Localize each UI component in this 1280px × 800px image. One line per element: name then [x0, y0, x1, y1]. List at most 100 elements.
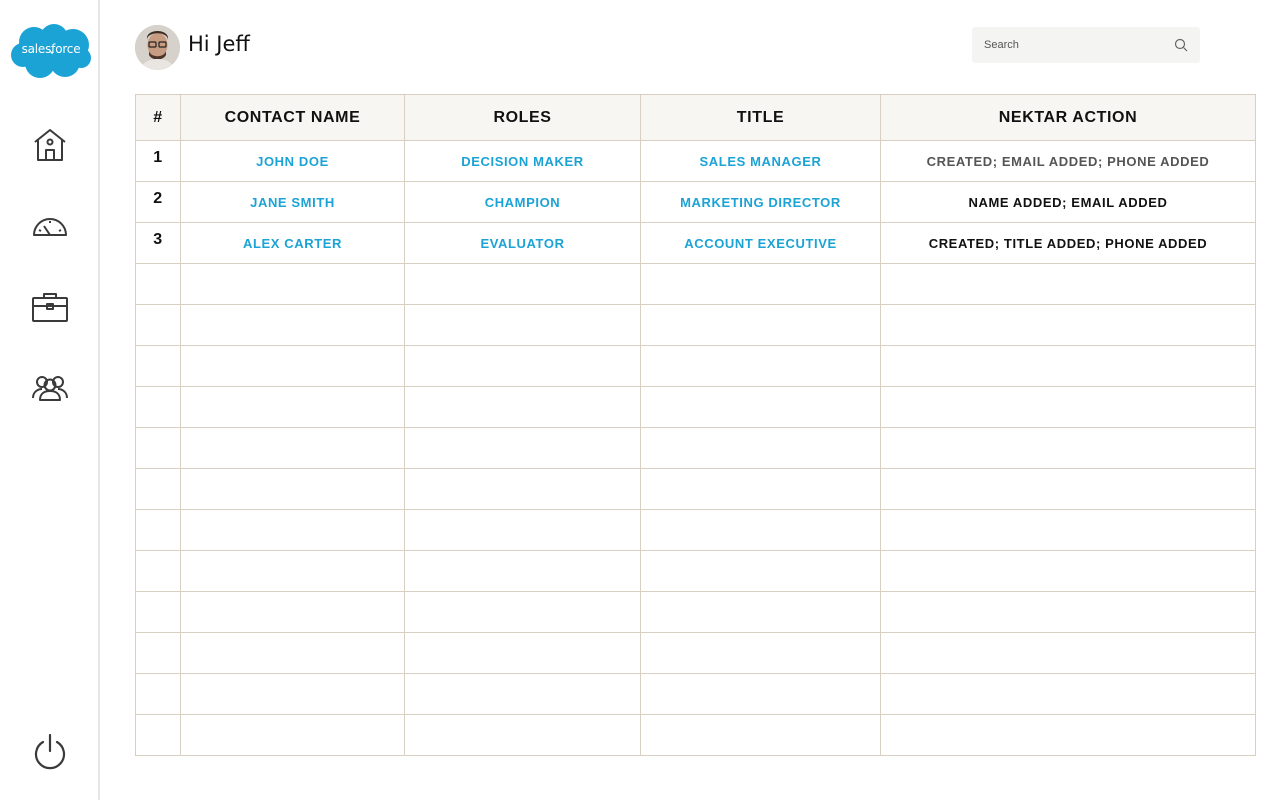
- empty-cell: [180, 468, 405, 510]
- row-number: 1: [135, 140, 181, 182]
- empty-table-row: [135, 345, 1256, 387]
- empty-cell: [404, 632, 641, 674]
- role-link[interactable]: EVALUATOR: [404, 222, 641, 264]
- empty-cell: [880, 509, 1256, 551]
- role-link[interactable]: DECISION MAKER: [404, 140, 641, 182]
- empty-cell: [180, 550, 405, 592]
- empty-cell: [180, 304, 405, 346]
- empty-cell: [640, 263, 881, 305]
- empty-cell: [180, 427, 405, 469]
- empty-table-row: [135, 550, 1256, 592]
- empty-cell: [880, 345, 1256, 387]
- speedometer-icon[interactable]: [30, 206, 70, 246]
- logo-text: salesforce: [21, 42, 81, 56]
- empty-cell: [404, 468, 641, 510]
- contacts-table: # CONTACT NAME ROLES TITLE NEKTAR ACTION…: [135, 94, 1256, 756]
- empty-cell: [135, 550, 181, 592]
- empty-table-row: [135, 304, 1256, 346]
- empty-cell: [180, 632, 405, 674]
- empty-cell: [135, 673, 181, 715]
- column-header-roles[interactable]: ROLES: [404, 94, 641, 141]
- empty-cell: [135, 263, 181, 305]
- column-header-contact-name[interactable]: CONTACT NAME: [180, 94, 405, 141]
- nektar-action: NAME ADDED; EMAIL ADDED: [880, 181, 1256, 223]
- empty-cell: [404, 263, 641, 305]
- power-icon[interactable]: [30, 732, 70, 772]
- empty-cell: [640, 550, 881, 592]
- nektar-action: CREATED; TITLE ADDED; PHONE ADDED: [880, 222, 1256, 264]
- empty-cell: [135, 632, 181, 674]
- empty-cell: [880, 591, 1256, 633]
- empty-cell: [880, 386, 1256, 428]
- column-header-number: #: [135, 94, 181, 141]
- empty-cell: [404, 304, 641, 346]
- empty-cell: [880, 427, 1256, 469]
- users-icon[interactable]: [30, 368, 70, 408]
- empty-cell: [135, 509, 181, 551]
- table-row[interactable]: 2 JANE SMITH CHAMPION MARKETING DIRECTOR…: [135, 181, 1256, 223]
- empty-cell: [640, 345, 881, 387]
- nektar-action: CREATED; EMAIL ADDED; PHONE ADDED: [880, 140, 1256, 182]
- empty-cell: [180, 386, 405, 428]
- empty-table-row: [135, 386, 1256, 428]
- greeting: Hi Jeff: [188, 32, 250, 56]
- empty-cell: [404, 345, 641, 387]
- empty-cell: [640, 304, 881, 346]
- empty-table-row: [135, 632, 1256, 674]
- empty-cell: [180, 591, 405, 633]
- empty-cell: [640, 386, 881, 428]
- sidebar: salesforce: [0, 0, 100, 800]
- empty-table-row: [135, 591, 1256, 633]
- title-link[interactable]: ACCOUNT EXECUTIVE: [640, 222, 881, 264]
- avatar[interactable]: [135, 25, 180, 70]
- empty-cell: [880, 714, 1256, 756]
- empty-cell: [404, 427, 641, 469]
- empty-cell: [880, 632, 1256, 674]
- empty-cell: [404, 591, 641, 633]
- empty-cell: [404, 550, 641, 592]
- empty-cell: [404, 714, 641, 756]
- empty-cell: [180, 509, 405, 551]
- column-header-title[interactable]: TITLE: [640, 94, 881, 141]
- row-number: 3: [135, 222, 181, 264]
- home-icon[interactable]: [30, 125, 70, 165]
- empty-cell: [135, 714, 181, 756]
- empty-cell: [640, 427, 881, 469]
- search-input[interactable]: [984, 39, 1174, 51]
- empty-cell: [404, 509, 641, 551]
- contact-name-link[interactable]: JANE SMITH: [180, 181, 405, 223]
- empty-cell: [880, 304, 1256, 346]
- empty-cell: [404, 386, 641, 428]
- empty-rows: [135, 263, 1256, 756]
- contact-name-link[interactable]: ALEX CARTER: [180, 222, 405, 264]
- column-header-nektar-action[interactable]: NEKTAR ACTION: [880, 94, 1256, 141]
- table-row[interactable]: 3 ALEX CARTER EVALUATOR ACCOUNT EXECUTIV…: [135, 222, 1256, 264]
- table-row[interactable]: 1 JOHN DOE DECISION MAKER SALES MANAGER …: [135, 140, 1256, 182]
- empty-cell: [404, 673, 641, 715]
- empty-cell: [180, 263, 405, 305]
- salesforce-logo[interactable]: salesforce: [10, 22, 92, 80]
- empty-cell: [135, 386, 181, 428]
- empty-cell: [135, 468, 181, 510]
- empty-cell: [880, 550, 1256, 592]
- empty-cell: [135, 304, 181, 346]
- title-link[interactable]: MARKETING DIRECTOR: [640, 181, 881, 223]
- empty-table-row: [135, 427, 1256, 469]
- row-number: 2: [135, 181, 181, 223]
- empty-cell: [180, 345, 405, 387]
- title-link[interactable]: SALES MANAGER: [640, 140, 881, 182]
- contact-name-link[interactable]: JOHN DOE: [180, 140, 405, 182]
- briefcase-icon[interactable]: [30, 288, 70, 328]
- empty-cell: [880, 673, 1256, 715]
- empty-cell: [640, 673, 881, 715]
- search-box[interactable]: [972, 27, 1200, 63]
- empty-cell: [880, 263, 1256, 305]
- role-link[interactable]: CHAMPION: [404, 181, 641, 223]
- empty-cell: [640, 714, 881, 756]
- empty-table-row: [135, 263, 1256, 305]
- table-header-row: # CONTACT NAME ROLES TITLE NEKTAR ACTION: [135, 94, 1256, 141]
- empty-cell: [640, 632, 881, 674]
- empty-table-row: [135, 673, 1256, 715]
- empty-table-row: [135, 468, 1256, 510]
- search-icon[interactable]: [1174, 38, 1188, 52]
